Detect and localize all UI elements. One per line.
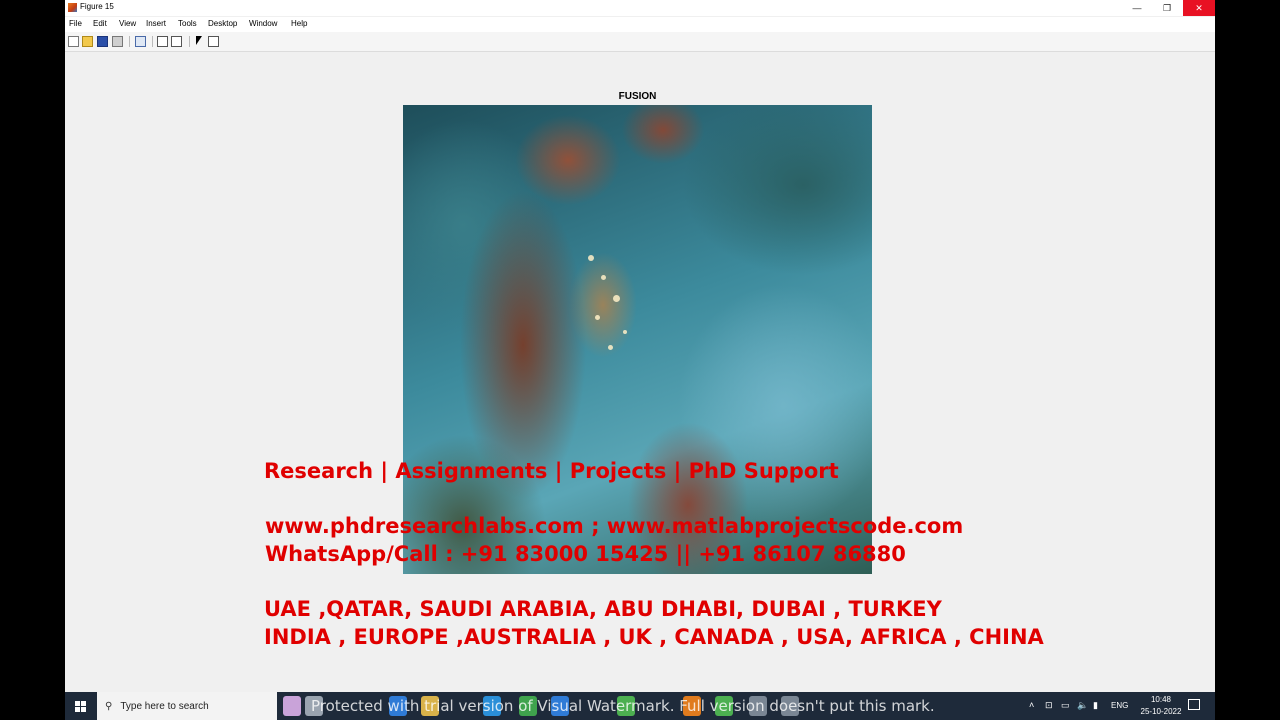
link-plot-icon[interactable] <box>135 36 146 47</box>
search-placeholder: Type here to search <box>120 700 209 712</box>
clock-time: 10:48 <box>1150 695 1172 704</box>
taskbar-search[interactable]: ⚲ Type here to search <box>97 692 277 720</box>
image-highlight <box>595 315 600 320</box>
battery-icon[interactable]: ▮ <box>1093 700 1098 711</box>
minimize-button[interactable]: — <box>1122 0 1152 16</box>
menu-edit[interactable]: Edit <box>93 19 107 28</box>
window-title: Figure 15 <box>80 2 114 11</box>
edit-plot-icon[interactable] <box>194 36 205 47</box>
fused-underwater-image <box>403 105 872 574</box>
watermark-services: Research | Assignments | Projects | PhD … <box>264 459 839 483</box>
windows-logo-icon <box>74 700 86 712</box>
watermark-contact: WhatsApp/Call : +91 83000 15425 || +91 8… <box>265 542 906 566</box>
insert-legend-icon[interactable] <box>171 36 182 47</box>
taskbar-clock[interactable]: 10:48 25-10-2022 <box>1133 695 1189 716</box>
print-icon[interactable] <box>112 36 123 47</box>
menu-tools[interactable]: Tools <box>178 19 197 28</box>
plot-browser-icon[interactable] <box>208 36 219 47</box>
open-file-icon[interactable] <box>82 36 93 47</box>
visual-watermark-notice: Protected with trial version of Visual W… <box>311 697 935 715</box>
menu-file[interactable]: File <box>69 19 82 28</box>
matlab-icon <box>68 3 77 12</box>
language-indicator[interactable]: ENG <box>1111 701 1128 710</box>
image-highlight <box>588 255 594 261</box>
insert-colorbar-icon[interactable] <box>157 36 168 47</box>
search-icon: ⚲ <box>105 700 113 712</box>
menu-desktop[interactable]: Desktop <box>208 19 237 28</box>
chevron-up-icon[interactable]: ˄ <box>1029 700 1034 710</box>
menu-view[interactable]: View <box>119 19 136 28</box>
toolbar-separator <box>129 36 130 47</box>
menu-bar: File Edit View Insert Tools Desktop Wind… <box>65 17 1215 32</box>
menu-help[interactable]: Help <box>291 19 307 28</box>
network-icon[interactable]: ⊡ <box>1045 700 1053 711</box>
notification-icon[interactable] <box>1188 699 1200 710</box>
menu-insert[interactable]: Insert <box>146 19 166 28</box>
image-highlight <box>608 345 613 350</box>
toolbar-separator <box>152 36 153 47</box>
volume-icon[interactable]: 🔈 <box>1077 700 1088 711</box>
clock-date: 25-10-2022 <box>1140 707 1182 716</box>
restore-button[interactable]: ❐ <box>1152 0 1182 16</box>
start-button[interactable] <box>65 692 95 720</box>
watermark-regions-1: UAE ,QATAR, SAUDI ARABIA, ABU DHABI, DUB… <box>264 597 942 621</box>
figure-window: Figure 15 — ❐ ✕ File Edit View Insert To… <box>65 0 1215 692</box>
close-button[interactable]: ✕ <box>1183 0 1215 16</box>
image-highlight <box>613 295 620 302</box>
image-highlight <box>601 275 606 280</box>
title-bar: Figure 15 — ❐ ✕ <box>65 0 1215 16</box>
taskbar: ⚲ Type here to search Protected with tri… <box>65 692 1215 720</box>
app-icon[interactable] <box>283 696 301 716</box>
new-figure-icon[interactable] <box>68 36 79 47</box>
watermark-regions-2: INDIA , EUROPE ,AUSTRALIA , UK , CANADA … <box>264 625 1044 649</box>
menu-window[interactable]: Window <box>249 19 277 28</box>
toolbar-separator <box>189 36 190 47</box>
watermark-websites: www.phdresearchlabs.com ; www.matlabproj… <box>265 514 964 538</box>
image-highlight <box>623 330 627 334</box>
save-icon[interactable] <box>97 36 108 47</box>
figure-toolbar <box>65 32 1215 52</box>
wifi-icon[interactable]: ▭ <box>1061 700 1070 711</box>
axes-title: FUSION <box>618 91 657 102</box>
